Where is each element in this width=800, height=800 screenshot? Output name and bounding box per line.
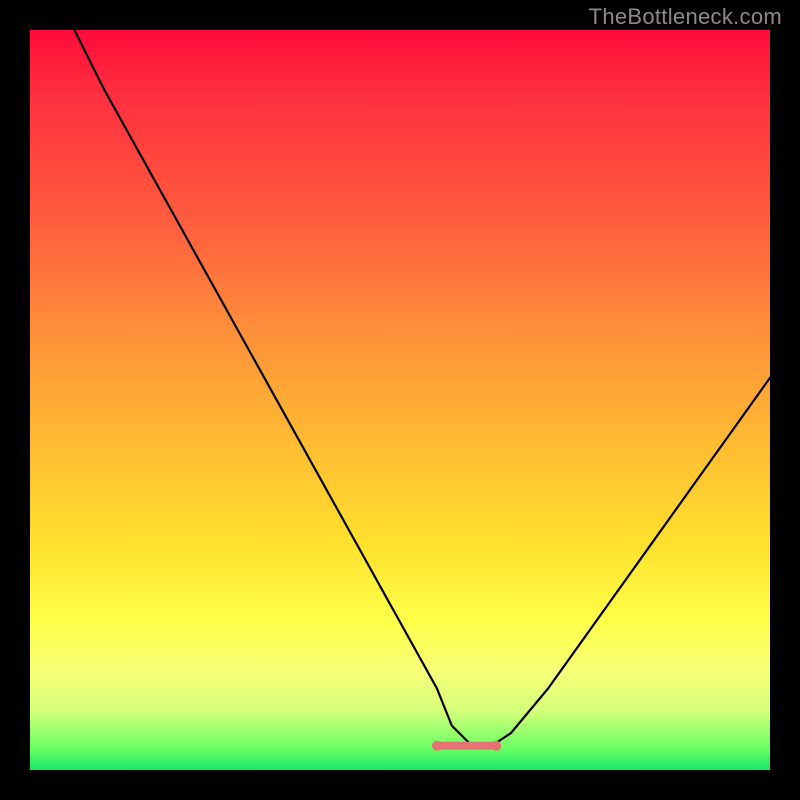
plot-area bbox=[30, 30, 770, 770]
watermark-text: TheBottleneck.com bbox=[589, 4, 782, 30]
bottleneck-curve-line bbox=[74, 30, 770, 748]
chart-frame: TheBottleneck.com bbox=[0, 0, 800, 800]
bottom-marker-dot-left bbox=[432, 741, 442, 751]
curve-svg bbox=[30, 30, 770, 770]
bottom-marker-dot-right bbox=[491, 741, 501, 751]
